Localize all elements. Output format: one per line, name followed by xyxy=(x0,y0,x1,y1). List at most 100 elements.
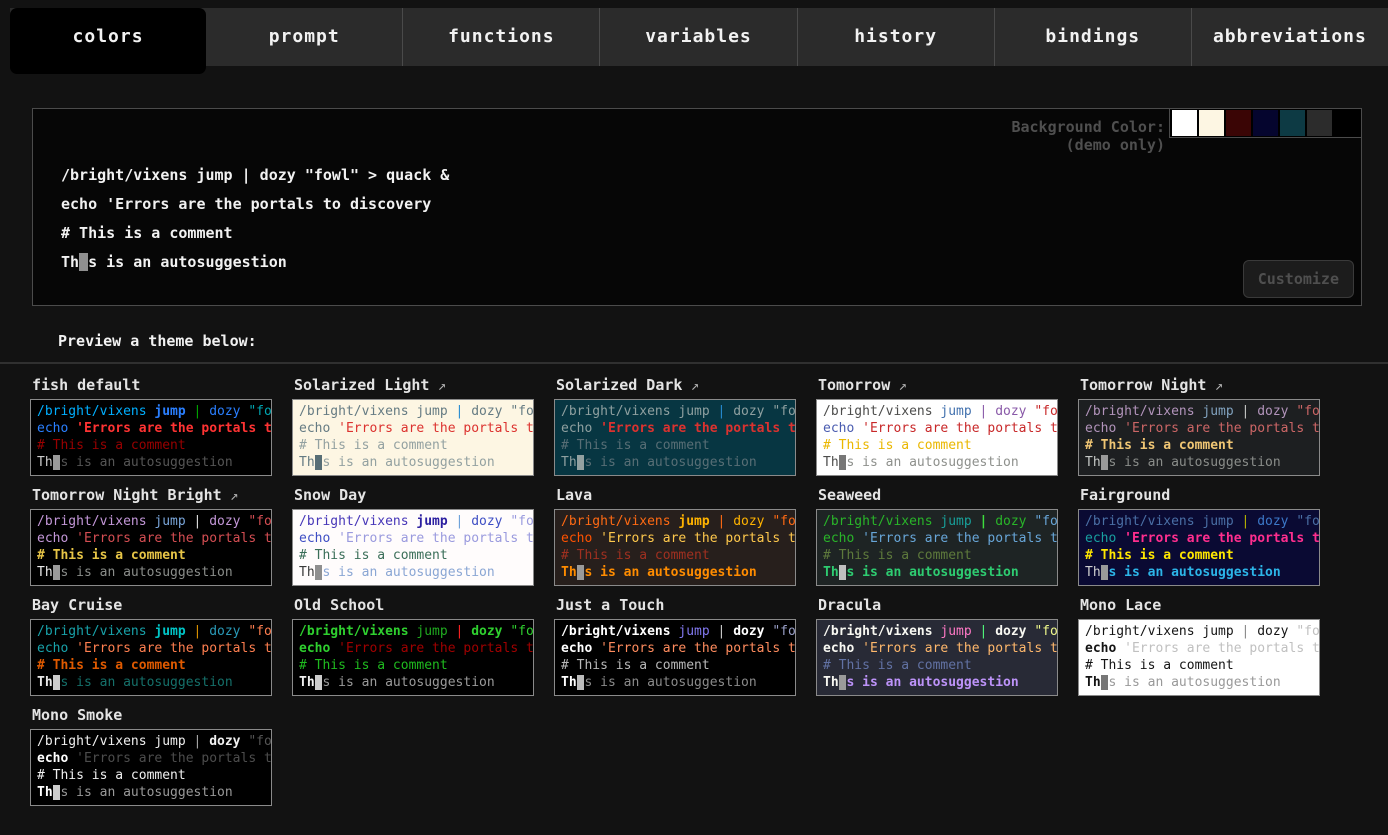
theme-title-snow-day: Snow Day xyxy=(294,486,554,504)
theme-card-old-school[interactable]: /bright/vixens jump | dozy "fowl" > quac… xyxy=(292,619,534,696)
theme-preview-line: echo 'Errors are the portals to discover… xyxy=(823,420,1051,437)
theme-preview-line: echo 'Errors are the portals to discover… xyxy=(561,420,789,437)
bg-swatch-row xyxy=(1169,109,1361,138)
theme-preview-line: /bright/vixens jump | dozy "fowl" > quac… xyxy=(299,623,527,640)
bg-swatch-5[interactable] xyxy=(1307,110,1332,136)
theme-preview-line: # This is a comment xyxy=(37,767,265,784)
theme-preview-line: # This is a comment xyxy=(37,657,265,674)
theme-preview-line: # This is a comment xyxy=(299,437,527,454)
theme-preview-line: /bright/vixens jump | dozy "fowl" > quac… xyxy=(37,623,265,640)
theme-name: Mono Smoke xyxy=(32,706,122,724)
theme-card-tomorrow[interactable]: /bright/vixens jump | dozy "fowl" > quac… xyxy=(816,399,1058,476)
theme-preview-line: # This is a comment xyxy=(823,437,1051,454)
theme-cell-tomorrow-night-bright: Tomorrow Night Bright ↗ /bright/vixens ju… xyxy=(30,484,292,586)
themes-header: Preview a theme below: xyxy=(58,332,1388,350)
theme-title-just-a-touch: Just a Touch xyxy=(556,596,816,614)
theme-preview-line: /bright/vixens jump | dozy "fowl" > quac… xyxy=(1085,623,1313,640)
theme-name: Tomorrow Night Bright xyxy=(32,486,222,504)
theme-preview-line: echo 'Errors are the portals to discover… xyxy=(37,420,265,437)
theme-card-solarized-dark[interactable]: /bright/vixens jump | dozy "fowl" > quac… xyxy=(554,399,796,476)
theme-title-tomorrow-night-bright[interactable]: Tomorrow Night Bright ↗ xyxy=(32,486,292,504)
tab-functions[interactable]: functions xyxy=(403,8,600,66)
theme-card-fish-default[interactable]: /bright/vixens jump | dozy "fowl" > quac… xyxy=(30,399,272,476)
theme-title-seaweed: Seaweed xyxy=(818,486,1078,504)
theme-card-tomorrow-night-bright[interactable]: /bright/vixens jump | dozy "fowl" > quac… xyxy=(30,509,272,586)
external-link-icon[interactable]: ↗ xyxy=(222,488,239,504)
theme-preview-line: This is an autosuggestion xyxy=(37,454,265,471)
theme-preview-line: # This is a comment xyxy=(299,547,527,564)
theme-card-seaweed[interactable]: /bright/vixens jump | dozy "fowl" > quac… xyxy=(816,509,1058,586)
theme-card-mono-smoke[interactable]: /bright/vixens jump | dozy "fowl" > quac… xyxy=(30,729,272,806)
theme-preview-line: echo 'Errors are the portals to discover… xyxy=(823,530,1051,547)
theme-card-tomorrow-night[interactable]: /bright/vixens jump | dozy "fowl" > quac… xyxy=(1078,399,1320,476)
theme-name: Tomorrow xyxy=(818,376,890,394)
theme-preview-line: This is an autosuggestion xyxy=(823,564,1051,581)
theme-preview-line: This is an autosuggestion xyxy=(299,674,527,691)
theme-card-lava[interactable]: /bright/vixens jump | dozy "fowl" > quac… xyxy=(554,509,796,586)
theme-name: Tomorrow Night xyxy=(1080,376,1206,394)
theme-card-mono-lace[interactable]: /bright/vixens jump | dozy "fowl" > quac… xyxy=(1078,619,1320,696)
tab-abbreviations[interactable]: abbreviations xyxy=(1192,8,1388,66)
preview-line: /bright/vixens jump | dozy "fowl" > quac… xyxy=(61,161,449,190)
theme-preview-line: echo 'Errors are the portals to discover… xyxy=(299,420,527,437)
bg-swatch-0[interactable] xyxy=(1172,110,1197,136)
theme-preview-line: This is an autosuggestion xyxy=(299,454,527,471)
theme-preview-line: This is an autosuggestion xyxy=(823,454,1051,471)
background-color-label: Background Color: (demo only) xyxy=(1011,118,1165,154)
theme-cell-old-school: Old School/bright/vixens jump | dozy "fo… xyxy=(292,594,554,696)
bg-swatch-4[interactable] xyxy=(1280,110,1305,136)
theme-card-just-a-touch[interactable]: /bright/vixens jump | dozy "fowl" > quac… xyxy=(554,619,796,696)
theme-card-bay-cruise[interactable]: /bright/vixens jump | dozy "fowl" > quac… xyxy=(30,619,272,696)
preview-panel: Background Color: (demo only) /bright/vi… xyxy=(32,108,1362,306)
theme-preview-line: This is an autosuggestion xyxy=(561,454,789,471)
theme-name: Snow Day xyxy=(294,486,366,504)
theme-title-old-school: Old School xyxy=(294,596,554,614)
theme-preview-line: /bright/vixens jump | dozy "fowl" > quac… xyxy=(561,513,789,530)
tab-bindings[interactable]: bindings xyxy=(995,8,1192,66)
theme-preview-line: echo 'Errors are the portals to discover… xyxy=(37,750,265,767)
theme-title-solarized-dark[interactable]: Solarized Dark ↗ xyxy=(556,376,816,394)
customize-button[interactable]: Customize xyxy=(1243,260,1354,298)
bg-swatch-3[interactable] xyxy=(1253,110,1278,136)
theme-name: Seaweed xyxy=(818,486,881,504)
theme-preview-line: /bright/vixens jump | dozy "fowl" > quac… xyxy=(823,513,1051,530)
theme-preview-line: This is an autosuggestion xyxy=(561,564,789,581)
theme-cell-mono-smoke: Mono Smoke/bright/vixens jump | dozy "fo… xyxy=(30,704,292,806)
bg-swatch-2[interactable] xyxy=(1226,110,1251,136)
external-link-icon[interactable]: ↗ xyxy=(429,378,446,394)
theme-card-snow-day[interactable]: /bright/vixens jump | dozy "fowl" > quac… xyxy=(292,509,534,586)
theme-title-solarized-light[interactable]: Solarized Light ↗ xyxy=(294,376,554,394)
tab-prompt[interactable]: prompt xyxy=(206,8,403,66)
external-link-icon[interactable]: ↗ xyxy=(1206,378,1223,394)
preview-line: echo 'Errors are the portals to discover… xyxy=(61,190,449,219)
theme-preview-line: echo 'Errors are the portals to discover… xyxy=(37,640,265,657)
theme-card-solarized-light[interactable]: /bright/vixens jump | dozy "fowl" > quac… xyxy=(292,399,534,476)
tab-variables[interactable]: variables xyxy=(600,8,797,66)
theme-title-tomorrow-night[interactable]: Tomorrow Night ↗ xyxy=(1080,376,1340,394)
external-link-icon[interactable]: ↗ xyxy=(682,378,699,394)
tab-history[interactable]: history xyxy=(798,8,995,66)
theme-preview-line: /bright/vixens jump | dozy "fowl" > quac… xyxy=(37,403,265,420)
bg-swatch-6[interactable] xyxy=(1334,110,1359,136)
theme-preview-line: /bright/vixens jump | dozy "fowl" > quac… xyxy=(561,623,789,640)
tab-colors[interactable]: colors xyxy=(10,8,206,74)
theme-title-fairground: Fairground xyxy=(1080,486,1340,504)
theme-cell-seaweed: Seaweed/bright/vixens jump | dozy "fowl"… xyxy=(816,484,1078,586)
theme-preview-line: echo 'Errors are the portals to discover… xyxy=(1085,640,1313,657)
external-link-icon[interactable]: ↗ xyxy=(890,378,907,394)
theme-cell-bay-cruise: Bay Cruise/bright/vixens jump | dozy "fo… xyxy=(30,594,292,696)
theme-preview-line: /bright/vixens jump | dozy "fowl" > quac… xyxy=(299,513,527,530)
theme-cell-snow-day: Snow Day/bright/vixens jump | dozy "fowl… xyxy=(292,484,554,586)
theme-preview-line: /bright/vixens jump | dozy "fowl" > quac… xyxy=(299,403,527,420)
theme-preview-line: # This is a comment xyxy=(561,657,789,674)
theme-cell-dracula: Dracula/bright/vixens jump | dozy "fowl"… xyxy=(816,594,1078,696)
theme-card-fairground[interactable]: /bright/vixens jump | dozy "fowl" > quac… xyxy=(1078,509,1320,586)
theme-preview-line: # This is a comment xyxy=(37,547,265,564)
theme-preview-line: /bright/vixens jump | dozy "fowl" > quac… xyxy=(823,403,1051,420)
bg-swatch-1[interactable] xyxy=(1199,110,1224,136)
theme-title-tomorrow[interactable]: Tomorrow ↗ xyxy=(818,376,1078,394)
theme-title-dracula: Dracula xyxy=(818,596,1078,614)
theme-preview-line: # This is a comment xyxy=(37,437,265,454)
theme-card-dracula[interactable]: /bright/vixens jump | dozy "fowl" > quac… xyxy=(816,619,1058,696)
background-color-label-line2: (demo only) xyxy=(1011,136,1165,154)
